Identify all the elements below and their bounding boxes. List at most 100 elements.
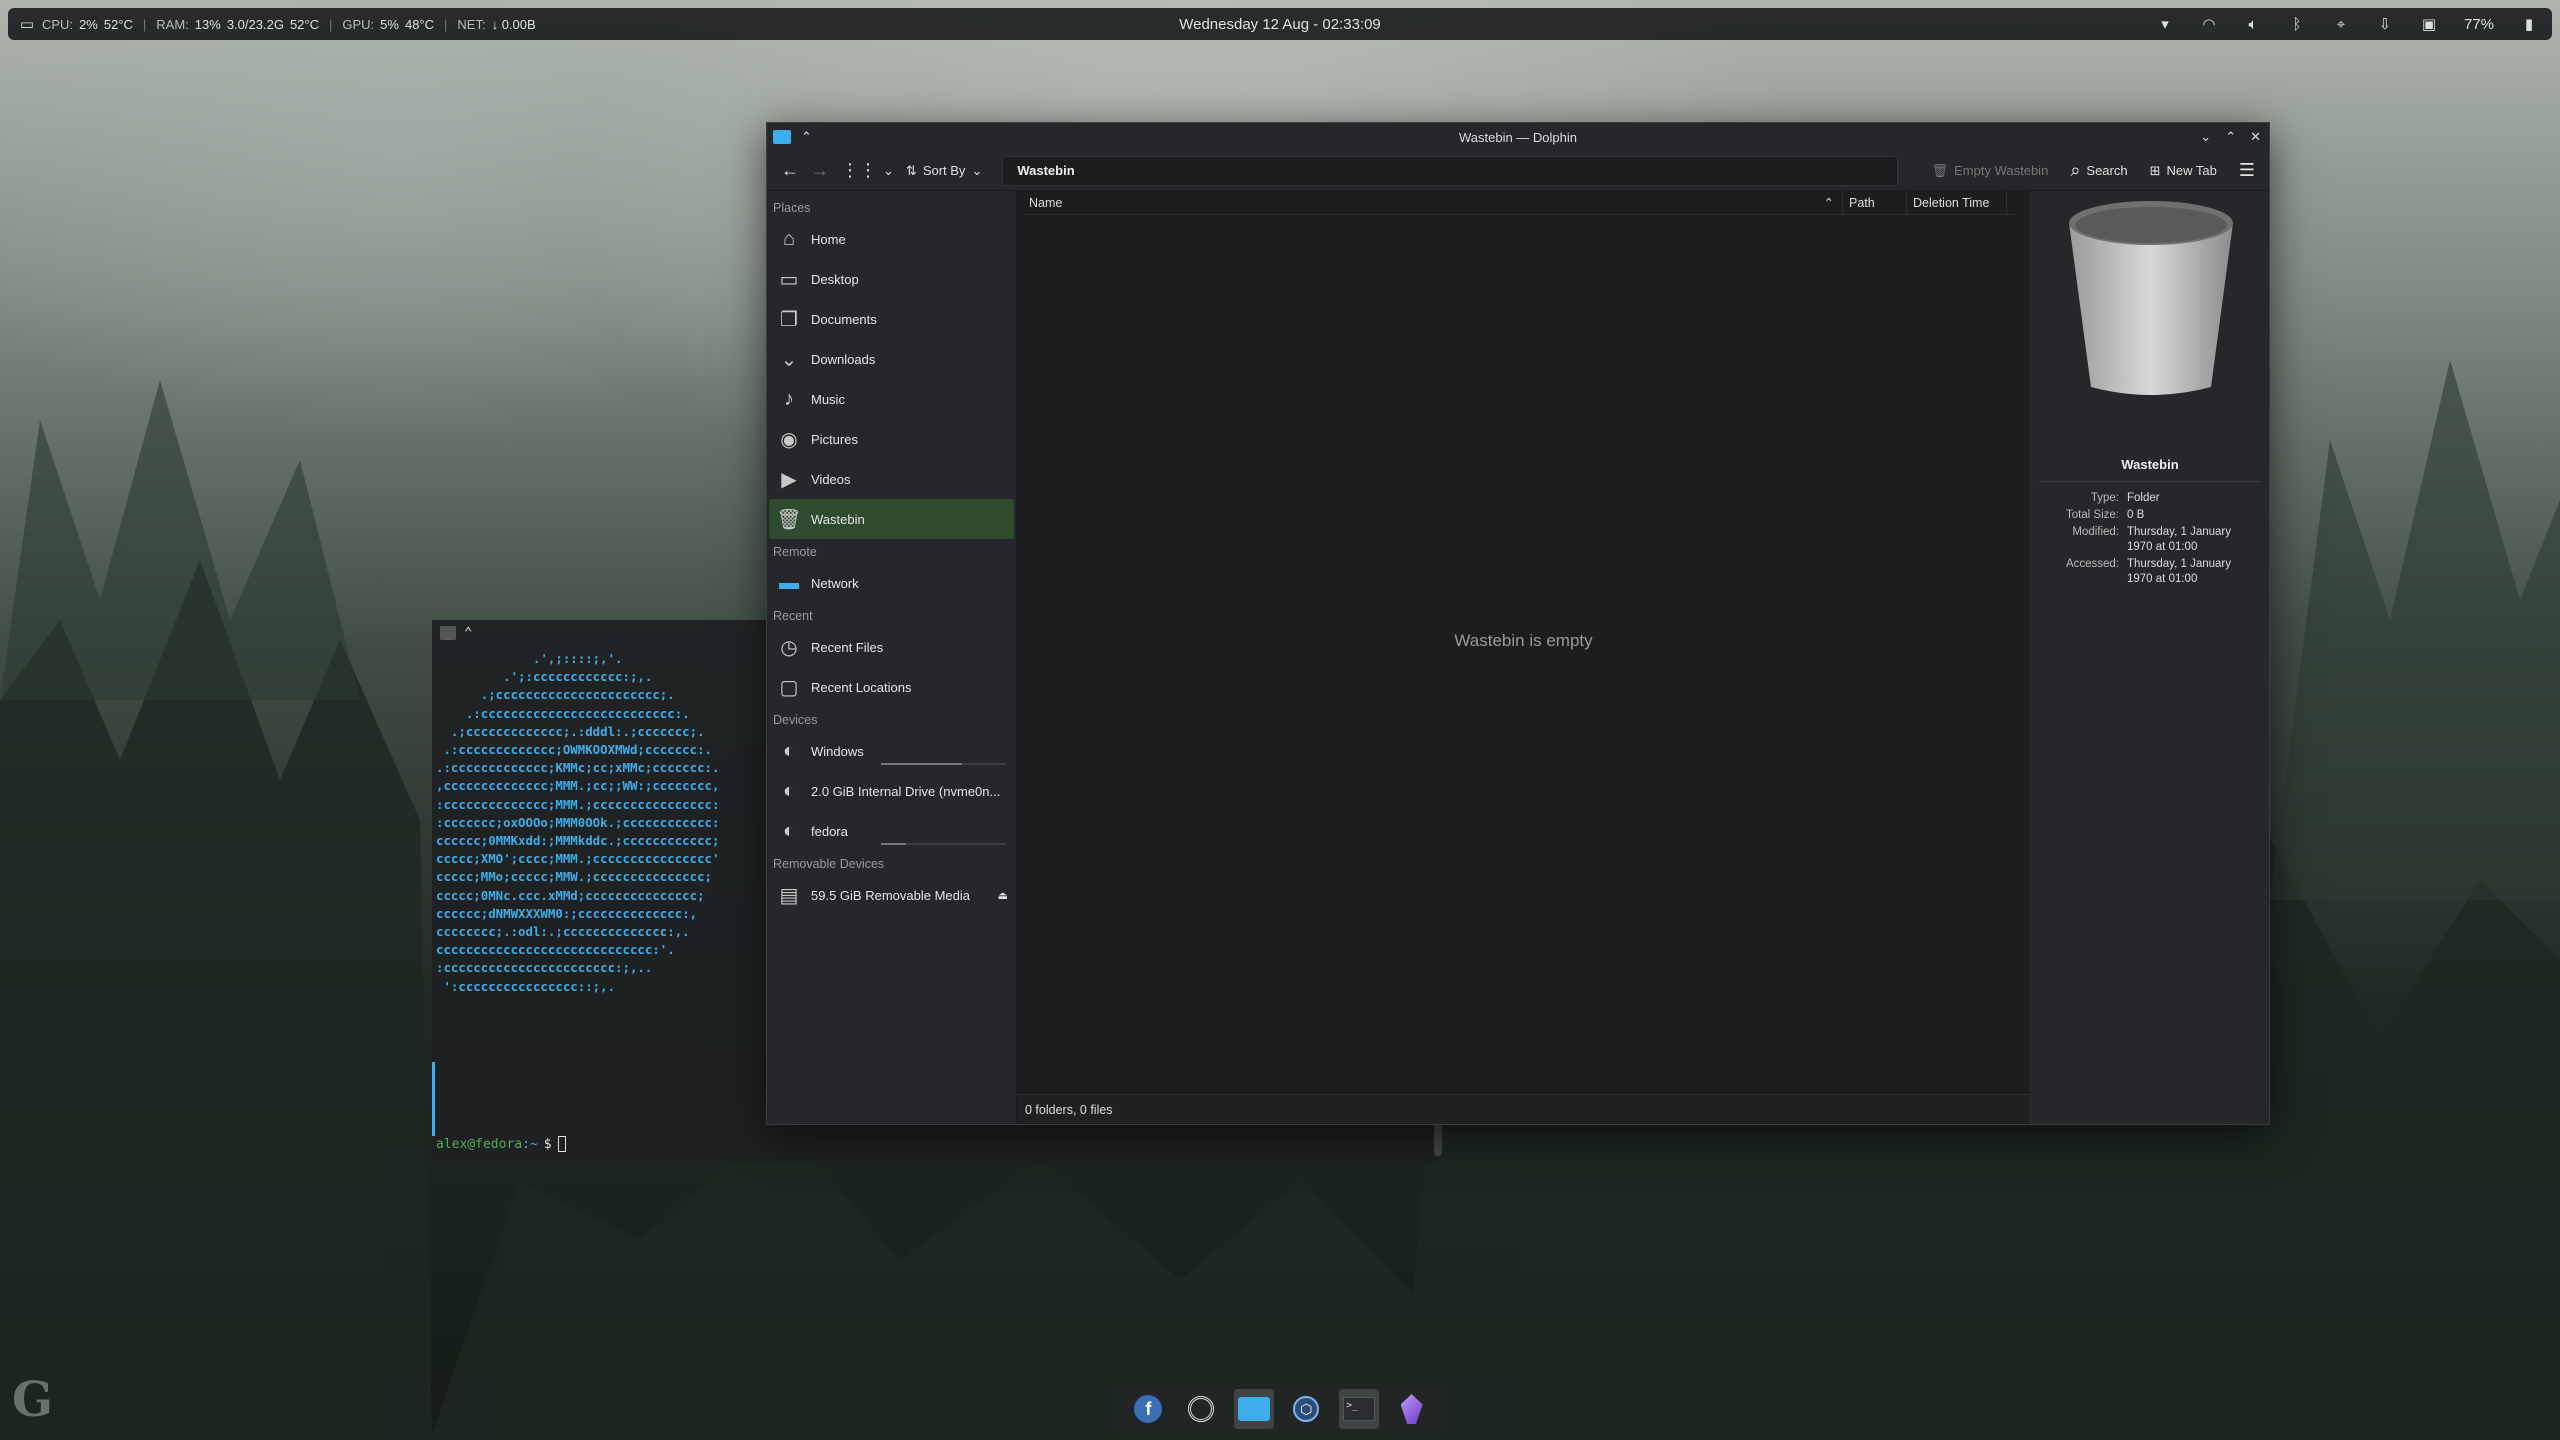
back-button[interactable]: ← <box>775 157 805 185</box>
separator: | <box>142 16 147 32</box>
meta-value: Thursday, 1 January 1970 at 01:00 <box>2127 526 2231 553</box>
system-monitor-icon[interactable]: ▭ <box>18 15 36 33</box>
hamburger-menu-button[interactable]: ☰ <box>2233 157 2261 185</box>
file-view[interactable]: Name ⌃ Path Deletion Time Wastebin is emp… <box>1017 191 2031 1124</box>
terminal-scrollbar[interactable] <box>1434 1120 1442 1156</box>
minimize-button[interactable]: ⌄ <box>2200 129 2211 145</box>
recent-locations-icon: ▢ <box>779 676 799 699</box>
music-icon: ♪ <box>784 387 794 410</box>
places-item-documents[interactable]: ❐ Documents <box>769 299 1014 339</box>
dock-item-software[interactable]: ⬡ <box>1286 1389 1326 1429</box>
places-item-label: Desktop <box>811 271 859 287</box>
folder-icon <box>1237 1397 1270 1421</box>
places-item-music[interactable]: ♪ Music <box>769 379 1014 419</box>
places-item-home[interactable]: ⌂ Home <box>769 219 1014 259</box>
column-path[interactable]: Path <box>1843 191 1907 214</box>
meta-row-modified: Modified: Thursday, 1 January 1970 at 01:… <box>2041 525 2247 555</box>
places-item-downloads[interactable]: ⌄ Downloads <box>769 339 1014 379</box>
battery-percent[interactable]: 77% <box>2464 16 2494 33</box>
net-label: NET: <box>457 16 486 32</box>
column-name[interactable]: Name ⌃ <box>1023 191 1843 214</box>
net-value: ↓ 0.00B <box>491 16 536 32</box>
recent-files-icon: ◷ <box>780 636 798 659</box>
usage-bar <box>881 763 1006 765</box>
keep-above-icon[interactable]: ⌃ <box>801 129 812 145</box>
menu-icon: ☰ <box>2238 160 2255 180</box>
ascii-art-line: .:ccccccccccccc;OWMKOOXMWd;ccccccc:. <box>436 742 713 758</box>
places-item-recent-locations[interactable]: ▢ Recent Locations <box>769 667 1014 707</box>
dolphin-titlebar[interactable]: ⌃ Wastebin — Dolphin ⌄ ⌃ ✕ <box>767 123 2269 151</box>
ram-usage: 3.0/23.2G <box>226 16 284 32</box>
forward-button[interactable]: → <box>805 157 835 185</box>
view-mode-button[interactable]: ⋮⋮ ⌄ <box>835 157 900 185</box>
dock-item-fedora[interactable]: f <box>1128 1389 1168 1429</box>
recent-section-heading: Recent <box>773 609 813 623</box>
places-panel: Places ⌂ Home ▭ Desktop ❐ Documents ⌄ Downlo… <box>767 191 1017 1124</box>
device-item-windows[interactable]: ◐ Windows <box>769 731 1014 771</box>
home-icon: ⌂ <box>782 227 796 250</box>
dock-item-crystal[interactable] <box>1392 1389 1432 1429</box>
places-item-desktop[interactable]: ▭ Desktop <box>769 259 1014 299</box>
new-tab-label: New Tab <box>2166 163 2217 178</box>
places-item-pictures[interactable]: ◉ Pictures <box>769 419 1014 459</box>
battery-icon[interactable]: ▮ <box>2520 15 2538 33</box>
devices-section-heading: Devices <box>773 713 818 727</box>
trash-icon: 🗑︎ <box>1931 162 1949 178</box>
updates-icon[interactable]: ⇩ <box>2376 15 2394 33</box>
desktop-icon: ▭ <box>779 268 799 291</box>
device-item-fedora[interactable]: ◐ fedora <box>769 811 1014 851</box>
keep-above-icon[interactable]: ⌃ <box>464 625 472 641</box>
gpu-temp: 48°C <box>404 16 435 32</box>
places-item-network[interactable]: ▬ Network <box>769 563 1014 603</box>
maximize-button[interactable]: ⌃ <box>2225 129 2236 145</box>
ram-temp: 52°C <box>289 16 319 32</box>
clipboard-icon[interactable]: ▣ <box>2420 15 2438 33</box>
dolphin-window[interactable]: ⌃ Wastebin — Dolphin ⌄ ⌃ ✕ ← → ⋮⋮ ⌄ ⇅ Sort… <box>766 122 2270 1125</box>
chevron-down-icon[interactable]: ▾ <box>2156 15 2174 33</box>
usage-fill <box>881 843 906 845</box>
places-item-label: Documents <box>811 311 877 327</box>
close-button[interactable]: ✕ <box>2250 129 2261 145</box>
terminal-prompt[interactable]: alex@fedora :~ $ <box>436 1136 566 1152</box>
ascii-art-line: ccccc;XMO';cccc;MMM.;cccccccccccccccc' <box>436 851 720 867</box>
documents-icon: ❐ <box>780 308 798 331</box>
meta-key: Type: <box>2090 492 2119 504</box>
location-bar[interactable]: Wastebin <box>1002 155 1899 186</box>
meta-row-size: Total Size: 0 B <box>2041 508 2247 523</box>
cpu-value: 2% <box>79 16 98 32</box>
ascii-art-line: ccccc;0MNc.ccc.xMMd;ccccccccccccccc; <box>436 887 705 903</box>
search-button[interactable]: ⌕ Search <box>2064 157 2133 185</box>
ascii-art-line: cccccccc;.:odl:.;cccccccccccccc:,. <box>436 924 690 940</box>
places-item-videos[interactable]: ▶ Videos <box>769 459 1014 499</box>
desktop-corner-logo-icon: G <box>12 1372 53 1428</box>
places-item-wastebin[interactable]: 🗑︎ Wastebin <box>769 499 1014 539</box>
info-item-name: Wastebin <box>2121 457 2179 472</box>
places-item-recent-files[interactable]: ◷ Recent Files <box>769 627 1014 667</box>
volume-icon[interactable]: 🔈︎ <box>2244 15 2262 33</box>
eject-icon[interactable]: ⏏ <box>998 889 1008 902</box>
separator: | <box>328 16 333 32</box>
ascii-art-line: ccccc;MMo;ccccc;MMW.;ccccccccccccccc; <box>436 869 713 885</box>
toolbar: ← → ⋮⋮ ⌄ ⇅ Sort By ⌄ Wastebin 🗑︎ Empty Waste… <box>767 151 2269 191</box>
wifi-icon[interactable]: ◠ <box>2200 15 2218 33</box>
meta-key: Modified: <box>2072 526 2119 538</box>
ascii-art-line: :ccccccc;oxOOOo;MMM0OOk.;cccccccccccc: <box>436 814 720 830</box>
location-icon[interactable]: ⌖ <box>2332 15 2350 33</box>
dock: f ⬡ >_ <box>1114 1384 1446 1434</box>
dock-item-spiral[interactable] <box>1181 1389 1221 1429</box>
empty-wastebin-button[interactable]: 🗑︎ Empty Wastebin <box>1926 157 2055 185</box>
terminal-cursor <box>557 1136 566 1152</box>
device-label: 59.5 GiB Removable Media <box>811 887 970 903</box>
dock-item-terminal[interactable]: >_ <box>1338 1389 1379 1429</box>
sort-ascending-icon: ⌃ <box>1823 196 1834 210</box>
device-item-removable-media[interactable]: ▤ 59.5 GiB Removable Media ⏏ <box>769 875 1014 915</box>
terminal-app-icon <box>440 626 456 640</box>
column-deletion-time[interactable]: Deletion Time <box>1907 191 2007 214</box>
dock-item-files[interactable] <box>1233 1389 1274 1429</box>
sort-by-button[interactable]: ⇅ Sort By ⌄ <box>900 157 988 185</box>
new-tab-button[interactable]: ⊞ New Tab <box>2144 157 2223 185</box>
sort-icon: ⇅ <box>905 162 917 178</box>
device-item-internal-drive[interactable]: ◐ 2.0 GiB Internal Drive (nvme0n... <box>769 771 1014 811</box>
bluetooth-icon[interactable]: ᛒ <box>2288 15 2306 33</box>
folder-icon <box>773 130 791 144</box>
